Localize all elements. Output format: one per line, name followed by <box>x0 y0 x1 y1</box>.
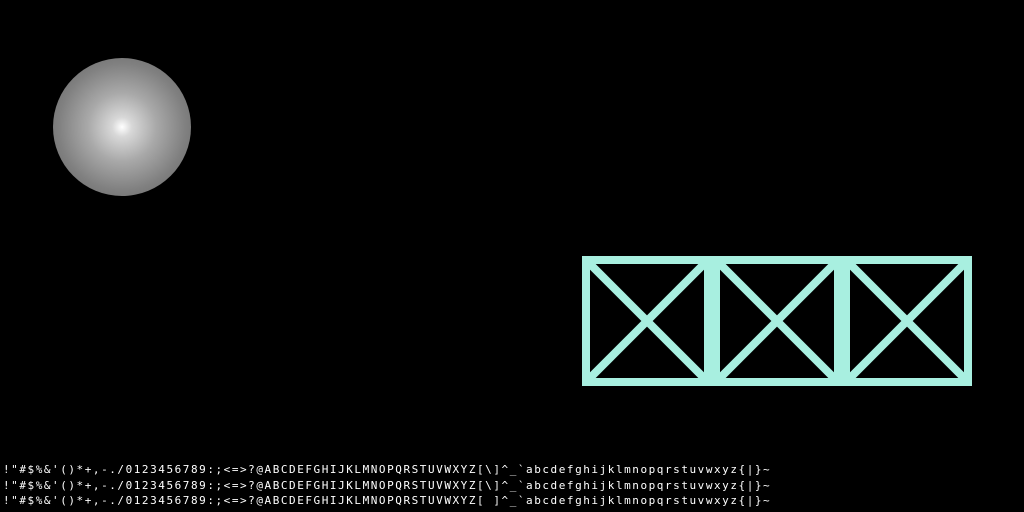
font-test-line-2: !"#$%&'()*+,-./0123456789:;<=>?@ABCDEFGH… <box>3 478 772 492</box>
font-test-line-3: !"#$%&'()*+,-./0123456789:;<=>?@ABCDEFGH… <box>3 494 772 507</box>
truss-post-1 <box>704 256 720 386</box>
font-test-line-1: !"#$%&'()*+,-./0123456789:;<=>?@ABCDEFGH… <box>3 463 772 476</box>
shaded-sphere <box>53 58 191 196</box>
game-viewport: !"#$%&'()*+,-./0123456789:;<=>?@ABCDEFGH… <box>0 0 1024 512</box>
truss-frames <box>582 256 972 386</box>
font-test-block: !"#$%&'()*+,-./0123456789:;<=>?@ABCDEFGH… <box>3 462 1021 509</box>
truss-post-2 <box>834 256 850 386</box>
